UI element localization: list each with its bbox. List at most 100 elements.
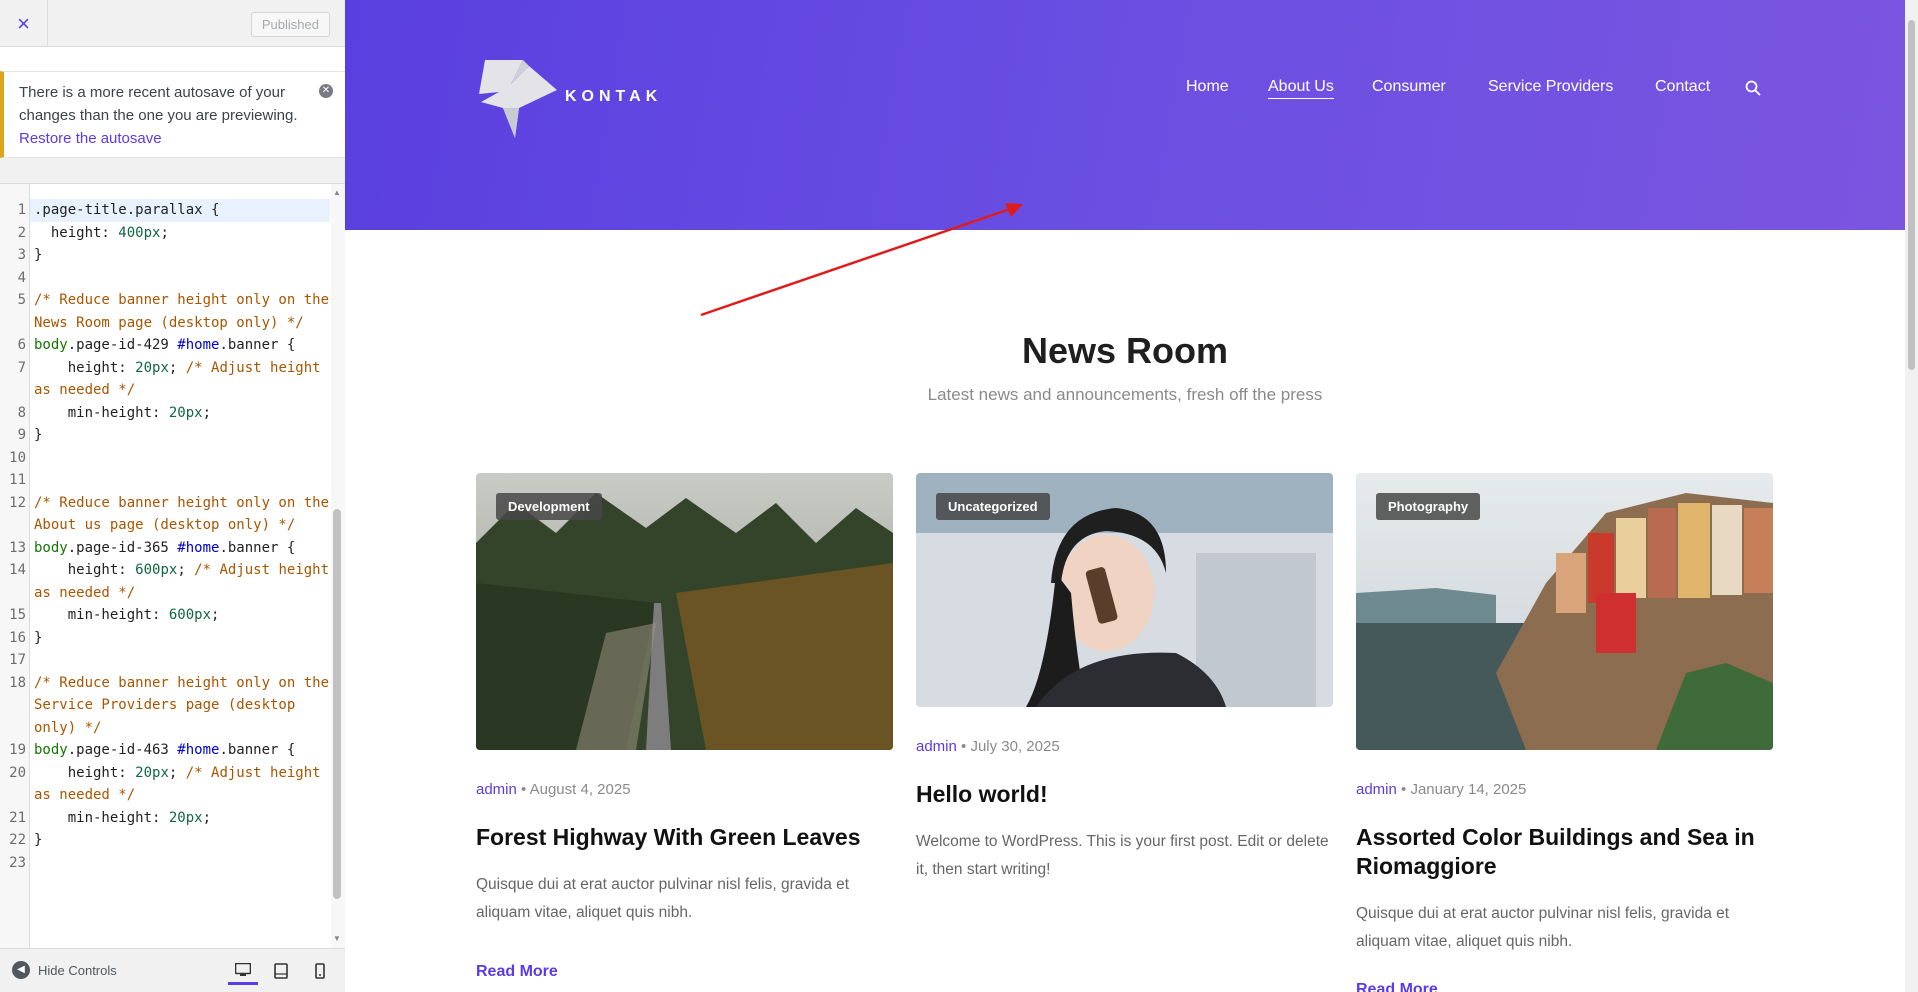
code-line[interactable]: 2 height: 400px; <box>0 222 330 245</box>
desktop-icon <box>235 962 251 976</box>
post-author-link[interactable]: admin <box>1356 781 1397 798</box>
code-line[interactable]: 14 height: 600px; /* Adjust height as ne… <box>0 559 330 604</box>
close-customizer-button[interactable]: × <box>0 0 48 47</box>
line-number: 4 <box>17 269 26 286</box>
line-number: 22 <box>9 832 26 848</box>
nav-contact[interactable]: Contact <box>1655 78 1710 96</box>
notice-text: There is a more recent autosave of your … <box>19 84 298 124</box>
hero-banner: KONTAK Home About Us Consumer Service Pr… <box>345 0 1905 230</box>
post-card: Uncategorized admin • July 30, 2025 Hell… <box>916 473 1333 878</box>
code-line[interactable]: 17​ <box>0 649 330 672</box>
main-navigation: Home About Us Consumer Service Providers… <box>345 78 1905 102</box>
post-title[interactable]: Forest Highway With Green Leaves <box>476 823 893 852</box>
code-line[interactable]: 6 body.page-id-429 #home.banner { <box>0 334 330 357</box>
post-excerpt: Quisque dui at erat auctor pulvinar nisl… <box>476 876 850 921</box>
scroll-down-icon[interactable]: ▼ <box>333 934 341 943</box>
line-number: 23 <box>9 854 26 871</box>
category-badge[interactable]: Photography <box>1376 493 1481 520</box>
code-line[interactable]: 19 body.page-id-463 #home.banner { <box>0 739 330 762</box>
line-number: 11 <box>9 472 26 488</box>
code-line[interactable]: 9} <box>0 424 330 447</box>
read-more-link[interactable]: Read More <box>1356 981 1438 992</box>
line-number: 7 <box>17 359 26 376</box>
code-text: } <box>34 247 43 263</box>
post-thumbnail[interactable]: Uncategorized <box>916 473 1333 707</box>
search-button[interactable] <box>1745 80 1761 101</box>
code-line[interactable]: 1 .page-title.parallax { <box>0 199 330 222</box>
code-line[interactable]: 15 min-height: 600px; <box>0 604 330 627</box>
post-card: Development admin • August 4, 2025 Fores… <box>476 473 893 980</box>
nav-home[interactable]: Home <box>1186 78 1229 96</box>
post-meta: admin • August 4, 2025 <box>476 781 631 798</box>
restore-autosave-link[interactable]: Restore the autosave <box>19 130 162 147</box>
code-line[interactable]: 11​ <box>0 469 330 492</box>
code-line[interactable]: 5 /* Reduce banner height only on the New… <box>0 289 330 334</box>
hide-controls-label: Hide Controls <box>38 962 117 978</box>
tablet-preview-button[interactable] <box>266 957 296 985</box>
post-author-link[interactable]: admin <box>916 738 957 755</box>
post-author-link[interactable]: admin <box>476 781 517 798</box>
code-text: height: 20px; /* Adjust height as needed… <box>34 359 330 399</box>
spacer <box>0 158 345 183</box>
code-line[interactable]: 10​ <box>0 447 330 470</box>
code-text: min-height: 600px; <box>34 607 220 623</box>
code-line[interactable]: 23​ <box>0 852 330 875</box>
post-thumbnail[interactable]: Photography <box>1356 473 1773 750</box>
site-preview: KONTAK Home About Us Consumer Service Pr… <box>345 0 1918 992</box>
line-number: 21 <box>9 809 26 826</box>
published-button[interactable]: Published <box>250 12 330 37</box>
page-scrollbar-thumb[interactable] <box>1908 20 1915 370</box>
post-title[interactable]: Assorted Color Buildings and Sea in Riom… <box>1356 823 1773 881</box>
code-line[interactable]: 20 height: 20px; /* Adjust height as nee… <box>0 762 330 807</box>
code-line[interactable]: 18 /* Reduce banner height only on the Se… <box>0 672 330 740</box>
nav-consumer[interactable]: Consumer <box>1372 78 1446 96</box>
code-text: height: 600px; /* Adjust height as neede… <box>34 562 330 601</box>
post-date: • January 14, 2025 <box>1401 781 1527 798</box>
line-number: 1 <box>17 202 26 218</box>
line-number: 15 <box>9 607 26 623</box>
nav-service-providers[interactable]: Service Providers <box>1488 78 1613 96</box>
code-line[interactable]: 7 height: 20px; /* Adjust height as need… <box>0 357 330 402</box>
dismiss-notice-icon[interactable]: ✕ <box>319 84 333 98</box>
mobile-preview-button[interactable] <box>305 957 335 985</box>
post-date: • July 30, 2025 <box>961 738 1060 755</box>
line-number: 2 <box>17 224 26 241</box>
editor-scrollbar-thumb[interactable] <box>333 509 341 899</box>
code-text: height: 20px; /* Adjust height as needed… <box>34 764 330 804</box>
search-icon <box>1745 80 1761 96</box>
code-line[interactable]: 13 body.page-id-365 #home.banner { <box>0 537 330 560</box>
scroll-up-icon[interactable]: ▲ <box>333 188 341 197</box>
code-line[interactable]: 22} <box>0 829 330 852</box>
code-line[interactable]: 3} <box>0 244 330 267</box>
code-lines[interactable]: 1 .page-title.parallax {2 height: 400px; 3… <box>0 199 330 874</box>
collapse-arrow-icon: ◀ <box>12 961 30 979</box>
line-number: 12 <box>9 494 26 511</box>
code-text: min-height: 20px; <box>34 404 212 421</box>
post-excerpt: Welcome to WordPress. This is your first… <box>916 833 1329 878</box>
mobile-icon <box>315 963 325 979</box>
category-badge[interactable]: Development <box>496 493 602 520</box>
code-line[interactable]: 21 min-height: 20px; <box>0 807 330 830</box>
post-title[interactable]: Hello world! <box>916 780 1333 809</box>
line-number: 19 <box>9 742 26 758</box>
category-badge[interactable]: Uncategorized <box>936 493 1050 520</box>
nav-about-us[interactable]: About Us <box>1268 78 1334 99</box>
post-card: Photography admin • January 14, 2025 Ass… <box>1356 473 1773 992</box>
code-line[interactable]: 16} <box>0 627 330 650</box>
close-icon: × <box>17 10 30 36</box>
code-text: min-height: 20px; <box>34 809 212 826</box>
code-line[interactable]: 12 /* Reduce banner height only on the Ab… <box>0 492 330 537</box>
customizer-footer: ◀ Hide Controls <box>0 948 345 992</box>
hide-controls-button[interactable]: ◀ Hide Controls <box>12 961 117 979</box>
line-number: 3 <box>17 247 26 263</box>
css-code-editor[interactable]: 1 .page-title.parallax {2 height: 400px; 3… <box>0 183 345 948</box>
post-thumbnail[interactable]: Development <box>476 473 893 750</box>
desktop-preview-button[interactable] <box>228 957 258 985</box>
code-line[interactable]: 4​ <box>0 267 330 290</box>
line-number: 9 <box>17 427 26 443</box>
post-meta: admin • January 14, 2025 <box>1356 781 1526 798</box>
read-more-link[interactable]: Read More <box>476 963 558 981</box>
code-text: } <box>34 629 43 646</box>
tablet-icon <box>274 963 288 979</box>
code-line[interactable]: 8 min-height: 20px; <box>0 402 330 425</box>
